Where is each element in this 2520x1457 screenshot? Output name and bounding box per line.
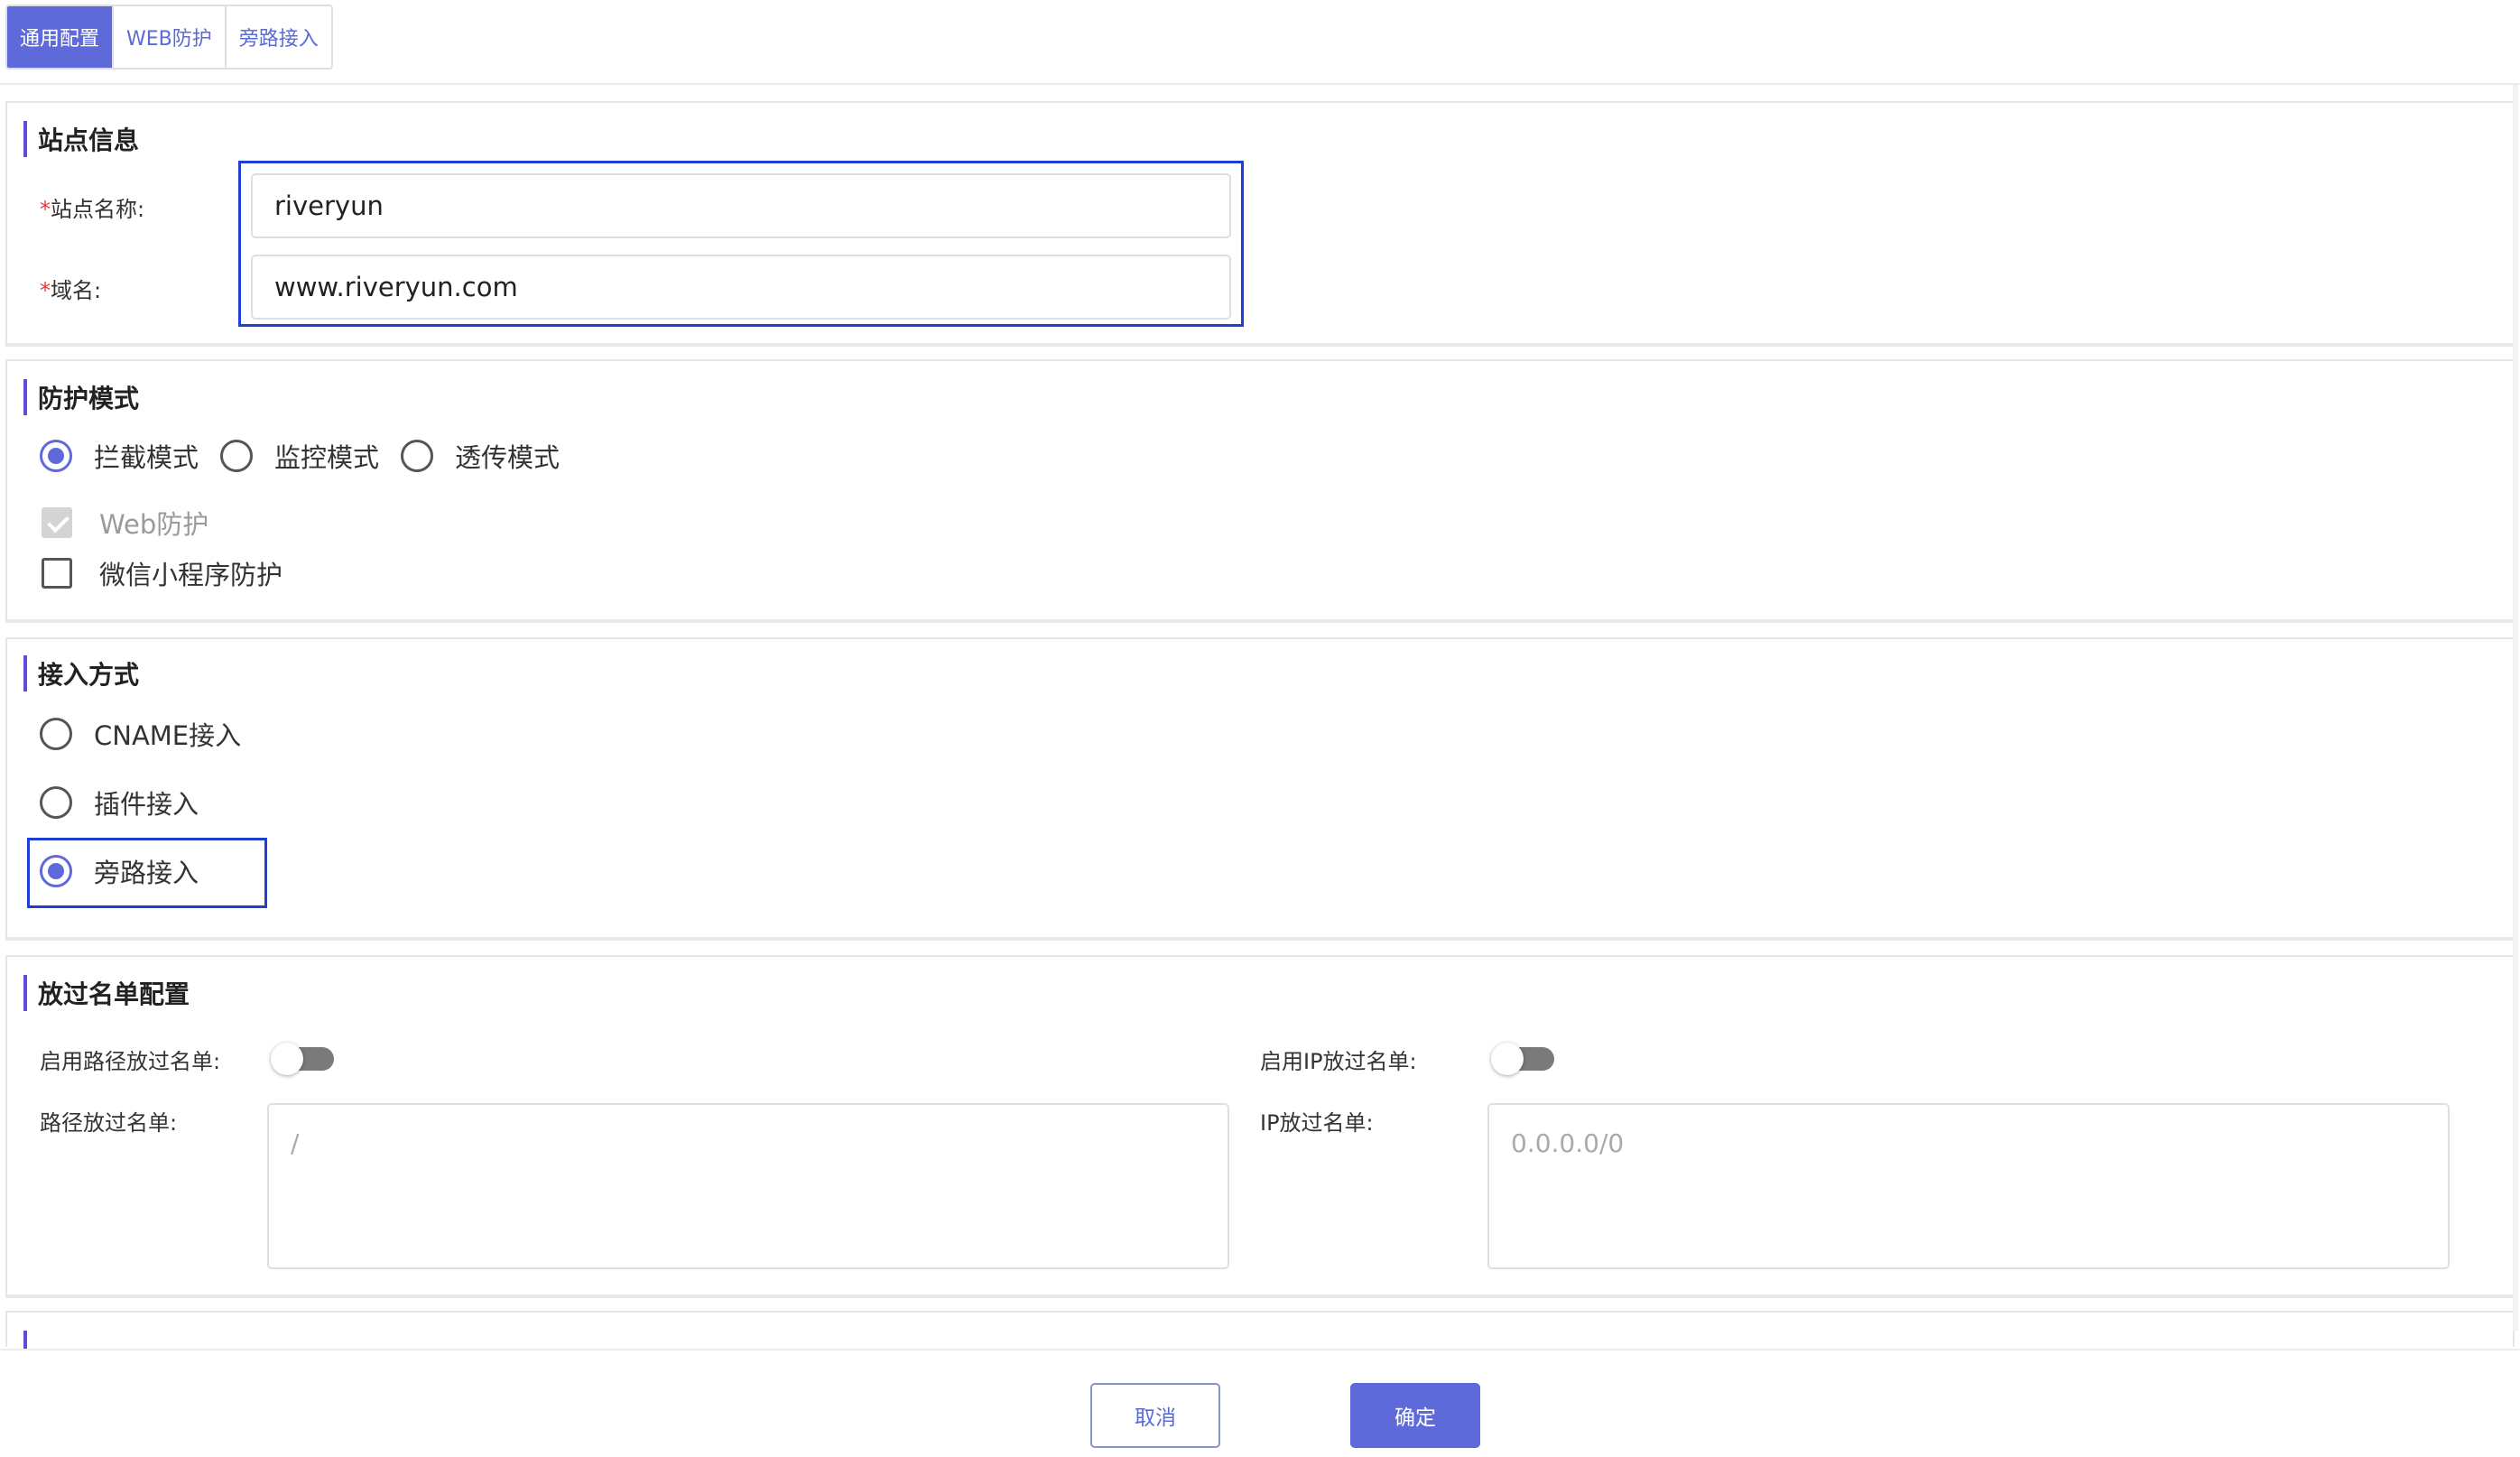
- radio-dot[interactable]: [40, 440, 72, 472]
- path-allowlist-switch-label: 启用路径放过名单:: [40, 1049, 221, 1074]
- footer-divider: [0, 1349, 2520, 1350]
- ip-allowlist-switch-label: 启用IP放过名单:: [1260, 1049, 1417, 1074]
- required-mark: *: [40, 197, 51, 222]
- section-bar-partial: [23, 1331, 27, 1349]
- domain-label: *域名:: [40, 273, 101, 304]
- section-title-access-method: 接入方式: [23, 655, 139, 691]
- site-name-input[interactable]: riveryun: [251, 173, 1231, 238]
- site-name-label-text: 站点名称:: [51, 197, 145, 222]
- radio-dot[interactable]: [401, 440, 433, 472]
- radio-block-mode[interactable]: 拦截模式: [40, 437, 199, 475]
- section-next-partial: [5, 1311, 2515, 1349]
- domain-input[interactable]: www.riveryun.com: [251, 255, 1231, 320]
- ip-allowlist-label: IP放过名单:: [1260, 1110, 1374, 1136]
- radio-plugin-access-label: 插件接入: [94, 789, 199, 820]
- domain-label-text: 域名:: [51, 278, 102, 303]
- radio-dot[interactable]: [40, 718, 72, 750]
- radio-monitor-mode[interactable]: 监控模式: [220, 437, 379, 475]
- section-protection-mode: 防护模式 拦截模式 监控模式 透传模式 Web防护 微信小程序防护: [5, 359, 2515, 623]
- site-name-label: *站点名称:: [40, 191, 144, 223]
- checkbox-web-protection: Web防护: [42, 504, 208, 542]
- radio-block-mode-label: 拦截模式: [94, 442, 199, 473]
- section-title-allowlist: 放过名单配置: [23, 975, 190, 1011]
- section-site-info: 站点信息 *站点名称: *域名: riveryun www.riveryun.c…: [5, 101, 2515, 347]
- vertical-scrollbar[interactable]: [2513, 85, 2518, 1331]
- tab-web-protection[interactable]: WEB防护: [114, 6, 227, 68]
- radio-plugin-access[interactable]: 插件接入: [40, 784, 199, 821]
- section-title-protection-mode: 防护模式: [23, 379, 139, 415]
- tabbar-divider: [0, 83, 2520, 85]
- radio-dot[interactable]: [40, 855, 72, 887]
- radio-bypass-access-label: 旁路接入: [94, 858, 199, 888]
- radio-dot[interactable]: [220, 440, 253, 472]
- radio-cname-access[interactable]: CNAME接入: [40, 715, 241, 753]
- checkbox-box[interactable]: [42, 558, 72, 589]
- path-allowlist-switch[interactable]: [271, 1043, 334, 1075]
- checkbox-miniprogram-protection[interactable]: 微信小程序防护: [42, 554, 283, 592]
- checkbox-web-protection-label: Web防护: [99, 509, 209, 540]
- ip-allowlist-switch[interactable]: [1491, 1043, 1554, 1075]
- path-allowlist-textarea[interactable]: /: [267, 1103, 1229, 1269]
- radio-cname-access-label: CNAME接入: [94, 720, 242, 751]
- section-title-site-info: 站点信息: [23, 121, 139, 157]
- ip-allowlist-textarea[interactable]: 0.0.0.0/0: [1487, 1103, 2450, 1269]
- section-access-method: 接入方式 CNAME接入 插件接入 旁路接入: [5, 637, 2515, 941]
- confirm-button[interactable]: 确定: [1350, 1383, 1480, 1448]
- radio-passthrough-mode-label: 透传模式: [455, 442, 561, 473]
- radio-bypass-access[interactable]: 旁路接入: [40, 852, 199, 890]
- section-allowlist: 放过名单配置 启用路径放过名单: 启用IP放过名单: 路径放过名单: / IP放…: [5, 955, 2515, 1298]
- tab-bypass-access[interactable]: 旁路接入: [226, 6, 331, 68]
- cancel-button[interactable]: 取消: [1090, 1383, 1220, 1448]
- required-mark: *: [40, 278, 51, 303]
- tab-general-config[interactable]: 通用配置: [7, 6, 115, 68]
- radio-monitor-mode-label: 监控模式: [274, 442, 380, 473]
- radio-passthrough-mode[interactable]: 透传模式: [401, 437, 560, 475]
- path-allowlist-label: 路径放过名单:: [40, 1110, 178, 1136]
- checkbox-box: [42, 507, 72, 538]
- radio-dot[interactable]: [40, 786, 72, 819]
- checkbox-miniprogram-protection-label: 微信小程序防护: [99, 560, 283, 590]
- config-tabs: 通用配置 WEB防护 旁路接入: [5, 5, 333, 70]
